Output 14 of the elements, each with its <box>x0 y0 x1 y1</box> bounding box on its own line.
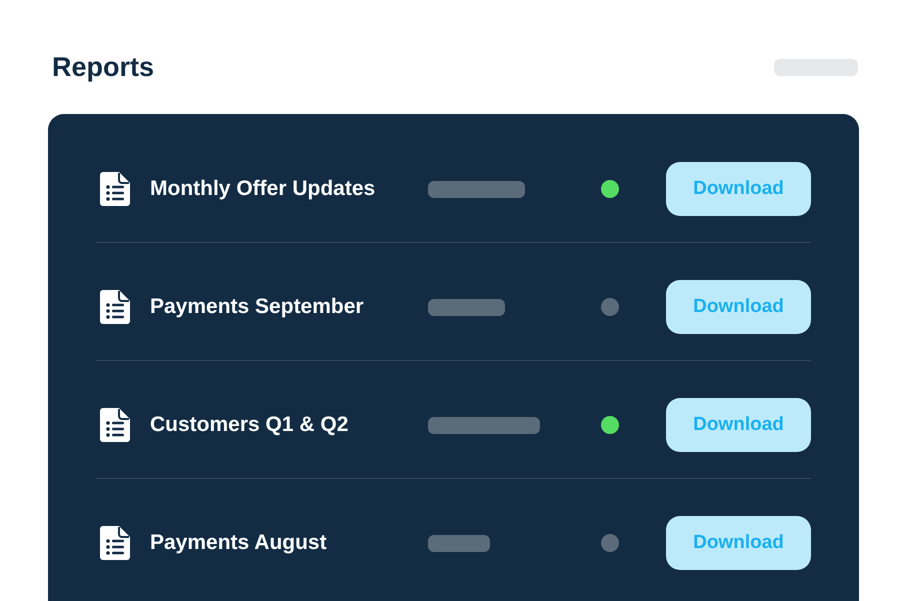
download-button[interactable]: Download <box>666 280 811 334</box>
download-button[interactable]: Download <box>666 162 811 216</box>
document-list-icon <box>100 526 130 560</box>
document-list-icon <box>100 408 130 442</box>
report-name: Payments August <box>150 530 328 556</box>
report-name: Customers Q1 & Q2 <box>150 412 350 438</box>
placeholder-bar <box>428 534 490 552</box>
report-name: Monthly Offer Updates <box>150 176 376 202</box>
page-title: Reports <box>52 50 154 84</box>
download-button[interactable]: Download <box>666 516 811 570</box>
document-list-icon <box>100 172 130 206</box>
document-list-icon <box>100 290 130 324</box>
report-name: Payments September <box>150 294 365 320</box>
download-button[interactable]: Download <box>666 398 811 452</box>
